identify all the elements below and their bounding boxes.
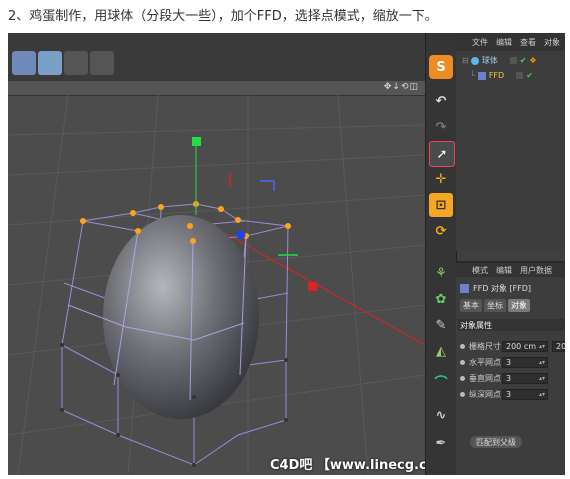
- depth-points-field[interactable]: 3 ▴▾: [502, 389, 548, 400]
- move-tool-icon[interactable]: ✛: [429, 167, 453, 191]
- horizontal-points-value: 3: [506, 358, 512, 367]
- tab-basic[interactable]: 基本: [460, 299, 482, 312]
- horizontal-points-row: 水平网点: [460, 357, 501, 368]
- tree-branch-icon: └: [470, 71, 475, 80]
- z-axis-handle[interactable]: [236, 230, 246, 240]
- layer-chip[interactable]: [516, 72, 524, 79]
- depth-points-value: 3: [506, 390, 512, 399]
- egg-mesh[interactable]: [103, 215, 259, 419]
- grid-size-field[interactable]: 200 cm ▴▾: [502, 341, 548, 352]
- object-properties-section: 对象属性: [458, 319, 565, 331]
- cloner-icon[interactable]: ✿: [429, 287, 453, 311]
- spinner-icon[interactable]: ▴▾: [539, 359, 545, 366]
- vertical-points-row: 垂直网点: [460, 373, 501, 384]
- attribute-manager: 模式 编辑 用户数据 FFD 对象 [FFD] 基本 坐标 对象 对象属性 栅格…: [456, 261, 565, 475]
- brush-tool-icon[interactable]: ✎: [429, 313, 453, 337]
- grid-size-row: 栅格尺寸: [460, 341, 501, 352]
- fit-to-parent-button[interactable]: 匹配到父级: [470, 436, 522, 448]
- animate-dot[interactable]: [460, 360, 465, 365]
- x-axis-handle[interactable]: [308, 282, 317, 291]
- menu-view[interactable]: 查看: [520, 37, 536, 48]
- viewport[interactable]: ✥↓⟲◫ C4D吧 【www.linecg.com/tieba/1799】: [8, 33, 545, 475]
- menu-object[interactable]: 对象: [544, 37, 560, 48]
- object-label-sphere[interactable]: 球体: [482, 55, 498, 66]
- redo-icon[interactable]: ↷: [429, 115, 453, 139]
- bend-tool-icon[interactable]: ⌒: [429, 369, 453, 393]
- attribute-title: FFD 对象 [FFD]: [460, 283, 531, 294]
- viewport-toolbar: [8, 33, 425, 81]
- grid-size-value-2: 20: [556, 342, 565, 351]
- grid-size-value: 200 cm: [506, 342, 537, 351]
- depth-points-label: 纵深网点: [469, 390, 501, 399]
- spinner-icon[interactable]: ▴▾: [539, 343, 545, 350]
- attribute-manager-menu: 模式 编辑 用户数据: [456, 263, 565, 277]
- y-axis-handle[interactable]: [192, 137, 201, 146]
- plane-handle-xz[interactable]: [260, 180, 275, 191]
- object-row-ffd[interactable]: └ FFD ✔: [470, 69, 533, 82]
- object-label-ffd[interactable]: FFD: [489, 71, 504, 80]
- horizontal-points-field[interactable]: 3 ▴▾: [502, 357, 548, 368]
- viewport-header: [8, 81, 425, 96]
- menu-mode[interactable]: 模式: [472, 265, 488, 276]
- spinner-icon[interactable]: ▴▾: [539, 391, 545, 398]
- depth-points-row: 纵深网点: [460, 389, 501, 400]
- rotate-tool-icon[interactable]: ⟳: [429, 219, 453, 243]
- vertical-points-label: 垂直网点: [469, 374, 501, 383]
- deformer-icon[interactable]: ⚘: [429, 261, 453, 285]
- ffd-object-icon: [460, 284, 469, 293]
- tab-object[interactable]: 对象: [508, 299, 530, 312]
- object-row-sphere[interactable]: ⊟ 球体 ✔ ❖: [462, 54, 537, 67]
- tree-expand-icon[interactable]: ⊟: [462, 56, 469, 65]
- attribute-tabs: 基本 坐标 对象: [460, 299, 530, 312]
- sphere-primitive-icon[interactable]: [12, 51, 36, 75]
- viewport-nav-icons[interactable]: ✥↓⟲◫: [384, 82, 419, 92]
- grid-size-field-2[interactable]: 20: [552, 341, 565, 352]
- grid-size-label: 栅格尺寸: [469, 342, 501, 351]
- animate-dot[interactable]: [460, 376, 465, 381]
- pen-tool-icon[interactable]: ✒: [429, 431, 453, 455]
- spinner-icon[interactable]: ▴▾: [539, 375, 545, 382]
- vertical-points-field[interactable]: 3 ▴▾: [502, 373, 548, 384]
- tool-column: S ↶ ↷ ➚ ✛ ⊡ ⟳ ⚘ ✿ ✎ ◭ ⌒ ∿ ✒: [425, 33, 457, 475]
- menu-edit[interactable]: 编辑: [496, 37, 512, 48]
- cinema4d-s-button[interactable]: S: [429, 55, 453, 79]
- viewport-scene[interactable]: [8, 95, 425, 475]
- undo-icon[interactable]: ↶: [429, 89, 453, 113]
- attribute-title-text: FFD 对象 [FFD]: [473, 284, 532, 293]
- menu-user-data[interactable]: 用户数据: [520, 265, 552, 276]
- tab-coord[interactable]: 坐标: [484, 299, 506, 312]
- object-manager-menu: 文件 编辑 查看 对象: [456, 33, 565, 51]
- scale-tool-icon[interactable]: ⊡: [429, 193, 453, 217]
- animate-dot[interactable]: [460, 344, 465, 349]
- horizontal-points-label: 水平网点: [469, 358, 501, 367]
- ffd-object-icon: [477, 71, 486, 80]
- phong-tag-icon[interactable]: ❖: [529, 56, 536, 65]
- visibility-check-icon[interactable]: ✔: [520, 56, 527, 65]
- menu-edit-attr[interactable]: 编辑: [496, 265, 512, 276]
- camera-icon[interactable]: [64, 51, 88, 75]
- light-bulb-icon[interactable]: [90, 51, 114, 75]
- vertical-points-value: 3: [506, 374, 512, 383]
- enabled-check-icon[interactable]: ✔: [526, 71, 533, 80]
- selection-arrow-icon[interactable]: ➚: [429, 141, 455, 167]
- grid-plane-icon[interactable]: [38, 51, 62, 75]
- menu-file[interactable]: 文件: [472, 37, 488, 48]
- step-caption: 2、鸡蛋制作，用球体（分段大一些），加个FFD，选择点模式，缩放一下。: [8, 9, 438, 24]
- layer-chip[interactable]: [509, 57, 517, 64]
- object-manager: 文件 编辑 查看 对象 ⊟ 球体 ✔ ❖ └ FFD ✔: [456, 33, 565, 251]
- tag-tool-icon[interactable]: ◭: [429, 339, 453, 363]
- sphere-object-icon: [470, 56, 479, 65]
- animate-dot[interactable]: [460, 392, 465, 397]
- spline-tool-icon[interactable]: ∿: [429, 403, 453, 427]
- c4d-window: ✥↓⟲◫ C4D吧 【www.linecg.com/tieba/1799】 S …: [8, 33, 565, 475]
